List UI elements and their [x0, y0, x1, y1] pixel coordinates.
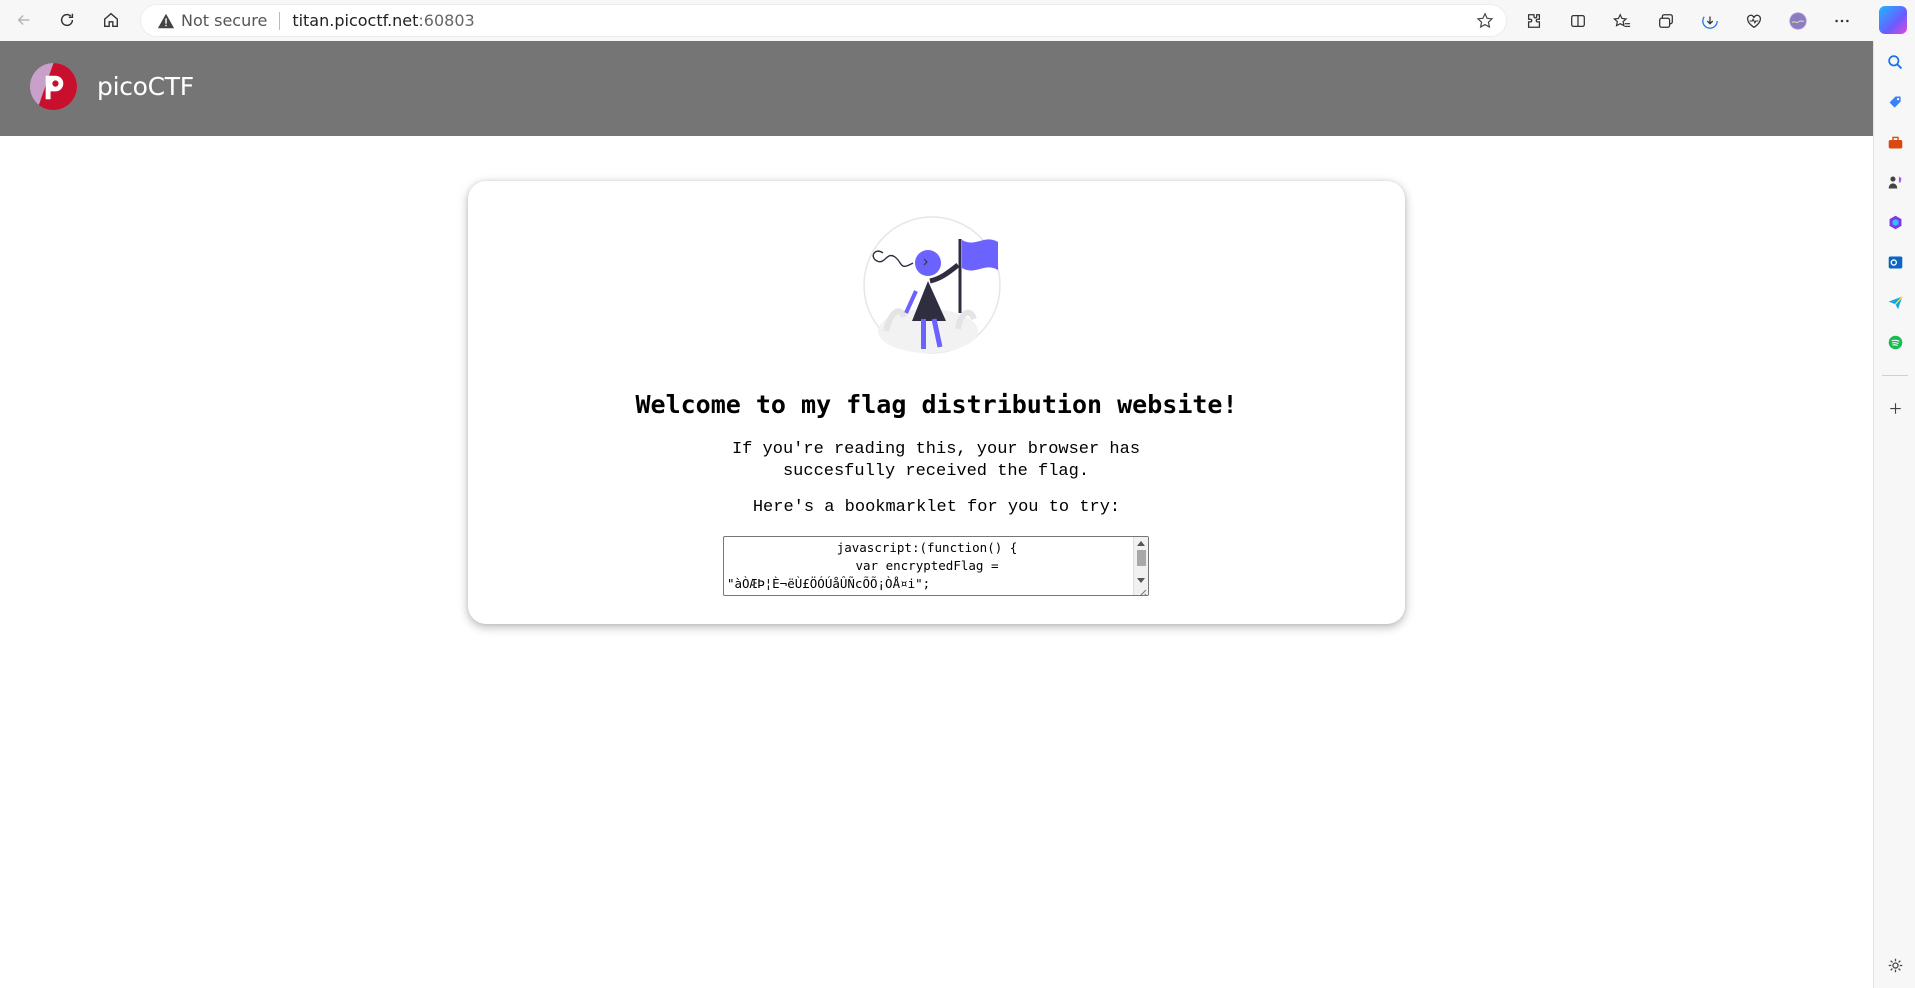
- add-icon[interactable]: [1885, 398, 1905, 418]
- picoctf-logo-icon[interactable]: [29, 62, 78, 111]
- resize-handle-icon[interactable]: [1138, 585, 1147, 595]
- flag-illustration: [858, 211, 1018, 356]
- scroll-down-icon[interactable]: [1137, 578, 1145, 583]
- shopping-tag-icon[interactable]: [1885, 92, 1905, 112]
- url-text[interactable]: titan.picoctf.net:60803: [292, 11, 474, 30]
- page-title: Welcome to my flag distribution website!: [635, 390, 1238, 419]
- page-viewport: picoCTF Welcome to my flag distribution …: [0, 41, 1873, 981]
- received-message: If you're reading this, your browser has…: [731, 440, 1141, 481]
- more-icon[interactable]: [1824, 5, 1860, 37]
- copilot-icon[interactable]: [1879, 6, 1907, 34]
- search-icon[interactable]: [1885, 52, 1905, 72]
- scroll-up-icon[interactable]: [1137, 541, 1145, 546]
- home-icon[interactable]: [93, 4, 129, 36]
- warning-icon[interactable]: [157, 12, 175, 30]
- outlook-icon[interactable]: [1885, 252, 1905, 272]
- send-icon[interactable]: [1885, 292, 1905, 312]
- url-host: titan.picoctf.net: [292, 11, 419, 30]
- favorite-star-icon[interactable]: [1476, 12, 1494, 30]
- welcome-card: Welcome to my flag distribution website!…: [468, 181, 1405, 624]
- collections-icon[interactable]: [1648, 5, 1684, 37]
- refresh-icon[interactable]: [49, 4, 85, 36]
- code-line-1: javascript:(function() {: [836, 540, 1018, 555]
- url-port: :60803: [418, 11, 475, 30]
- site-brand[interactable]: picoCTF: [97, 72, 194, 101]
- profile-avatar[interactable]: [1780, 5, 1816, 37]
- browser-essentials-icon[interactable]: [1736, 5, 1772, 37]
- code-line-3: "àÒÆÞ¦È¬ëÙ£ÖÓÚåÛÑcÕÕ¡ÒÅ¤i";: [727, 576, 931, 591]
- bookmarklet-code: javascript:(function() { var encryptedFl…: [727, 539, 1127, 593]
- spotify-icon[interactable]: [1885, 332, 1905, 352]
- split-screen-icon[interactable]: [1560, 5, 1596, 37]
- back-icon[interactable]: [6, 4, 42, 36]
- code-line-2: var encryptedFlag =: [855, 558, 999, 573]
- browser-toolbar: Not secure titan.picoctf.net:60803: [0, 0, 1915, 41]
- edge-sidebar: [1873, 41, 1915, 988]
- extensions-icon[interactable]: [1516, 5, 1552, 37]
- site-header: picoCTF: [0, 41, 1873, 136]
- address-bar[interactable]: Not secure titan.picoctf.net:60803: [140, 4, 1507, 37]
- settings-icon[interactable]: [1885, 955, 1905, 975]
- security-label[interactable]: Not secure: [181, 11, 267, 30]
- address-divider: [279, 11, 281, 30]
- bookmarklet-intro: Here's a bookmarklet for you to try:: [752, 498, 1121, 517]
- favorites-icon[interactable]: [1604, 5, 1640, 37]
- downloads-icon[interactable]: [1692, 5, 1728, 37]
- microsoft-365-icon[interactable]: [1885, 212, 1905, 232]
- bookmarklet-textarea[interactable]: javascript:(function() { var encryptedFl…: [723, 536, 1149, 596]
- games-icon[interactable]: [1885, 172, 1905, 192]
- tools-icon[interactable]: [1885, 132, 1905, 152]
- scroll-thumb[interactable]: [1137, 550, 1146, 566]
- sidebar-divider: [1882, 375, 1908, 376]
